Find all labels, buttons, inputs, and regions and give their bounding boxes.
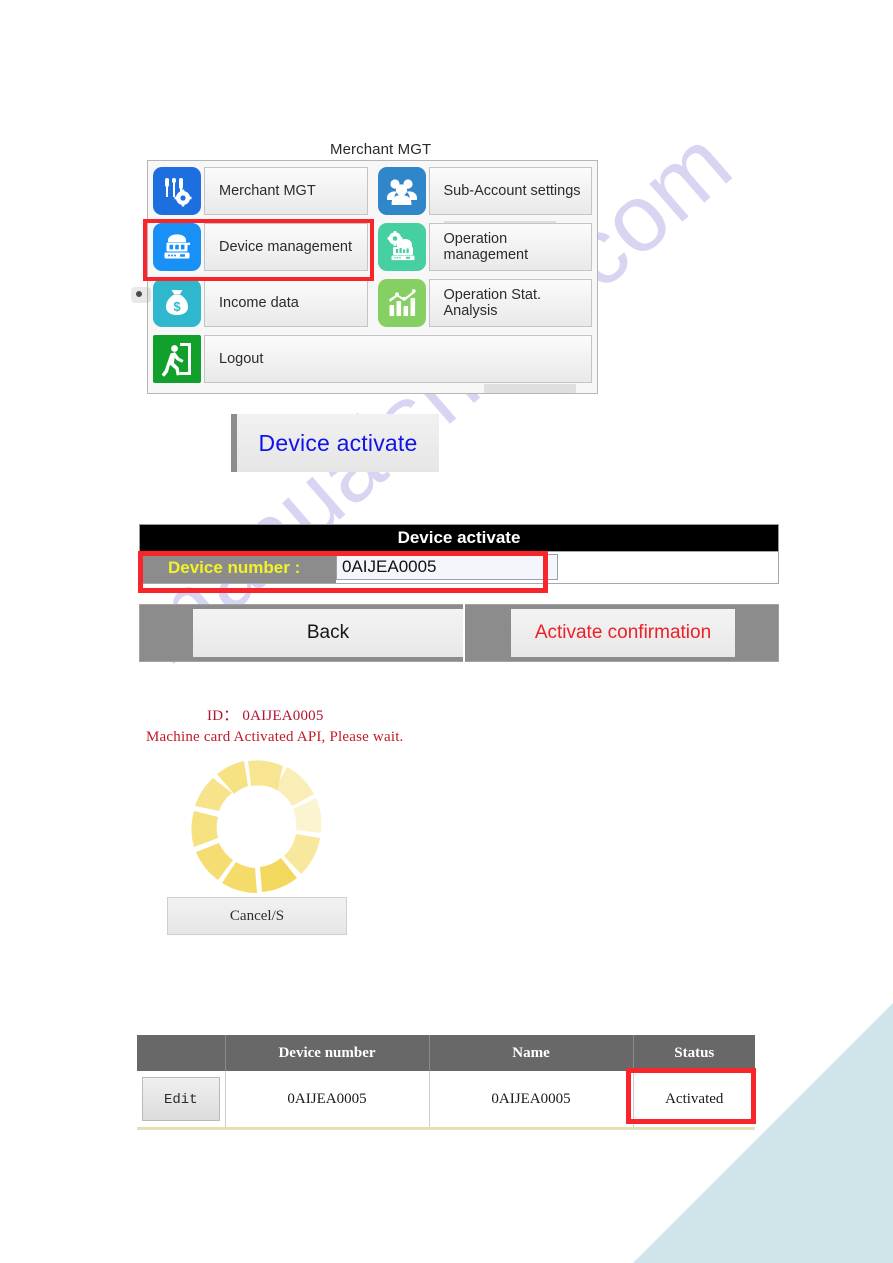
device-id-line: ID： 0AIJEA0005 [207,708,324,724]
form-title: Device activate [139,524,779,551]
table-header-name: Name [429,1035,634,1071]
table-cell-device-number: 0AIJEA0005 [225,1071,430,1127]
device-number-input[interactable] [336,554,558,580]
menu-item-logout[interactable]: Logout [151,332,594,386]
table-header-row: Device number Name Status [137,1035,755,1071]
table-cell-name: 0AIJEA0005 [429,1071,634,1127]
money-bag-icon: $ [153,279,201,327]
device-number-label: Device number : [140,552,336,583]
device-table: Device number Name Status Edit 0AIJEA000… [137,1035,755,1130]
menu-item-label: Device management [204,223,368,271]
cancel-button[interactable]: Cancel/S [167,897,347,935]
device-activate-button[interactable]: Device activate [231,414,439,472]
menu-row-2: Device management Operation management [151,220,594,274]
button-bar-divider [463,604,465,662]
back-button[interactable]: Back [193,609,463,657]
menu-row-4: Logout [151,332,594,386]
menu-item-merchant-mgt[interactable]: Merchant MGT [151,164,370,218]
menu-row-1: Merchant MGT Sub-Account settings [151,164,594,218]
menu-item-operation-management[interactable]: Operation management [376,220,595,274]
menu-panel-title: Merchant MGT [330,141,432,158]
menu-item-label: Sub-Account settings [428,167,592,215]
menu-row-3: $ Income data Operation Stat. Analysis [151,276,594,330]
menu-item-label: Merchant MGT [204,167,368,215]
edit-button[interactable]: Edit [141,1077,220,1121]
exit-door-icon [153,335,201,383]
menu-item-device-management[interactable]: Device management [151,220,370,274]
menu-item-label: Operation Stat. Analysis [428,279,592,327]
activate-confirmation-button[interactable]: Activate confirmation [511,609,735,657]
slot-machine-icon [153,223,201,271]
bar-chart-icon [377,279,426,327]
loading-spinner-icon [186,757,328,897]
sliders-icon [153,167,201,215]
table-row: Edit 0AIJEA0005 0AIJEA0005 Activated [137,1071,755,1127]
form-button-bar: Back Activate confirmation [139,604,779,662]
loading-message: Machine card Activated API, Please wait. [146,729,404,745]
table-cell-edit: Edit [137,1071,226,1127]
menu-item-income-data[interactable]: $ Income data [151,276,370,330]
table-cell-status: Activated [633,1071,755,1127]
gear-machine-icon [377,223,426,271]
cursor-dot-artifact [136,291,142,297]
menu-item-label: Income data [204,279,368,327]
device-number-row: Device number : [139,551,779,584]
device-number-row-filler [558,552,778,583]
menu-item-label: Operation management [428,223,592,271]
svg-text:$: $ [173,299,181,314]
device-activate-form: Device activate Device number : [139,524,779,584]
users-group-icon [377,167,426,215]
menu-item-label: Logout [204,335,592,383]
table-header-status: Status [633,1035,755,1071]
menu-item-sub-account-settings[interactable]: Sub-Account settings [376,164,595,218]
merchant-menu-panel: Merchant MGT Sub-Account settings Device… [147,160,598,394]
table-header-device-number: Device number [225,1035,430,1071]
menu-item-operation-stat-analysis[interactable]: Operation Stat. Analysis [376,276,595,330]
table-header-edit [137,1035,226,1071]
